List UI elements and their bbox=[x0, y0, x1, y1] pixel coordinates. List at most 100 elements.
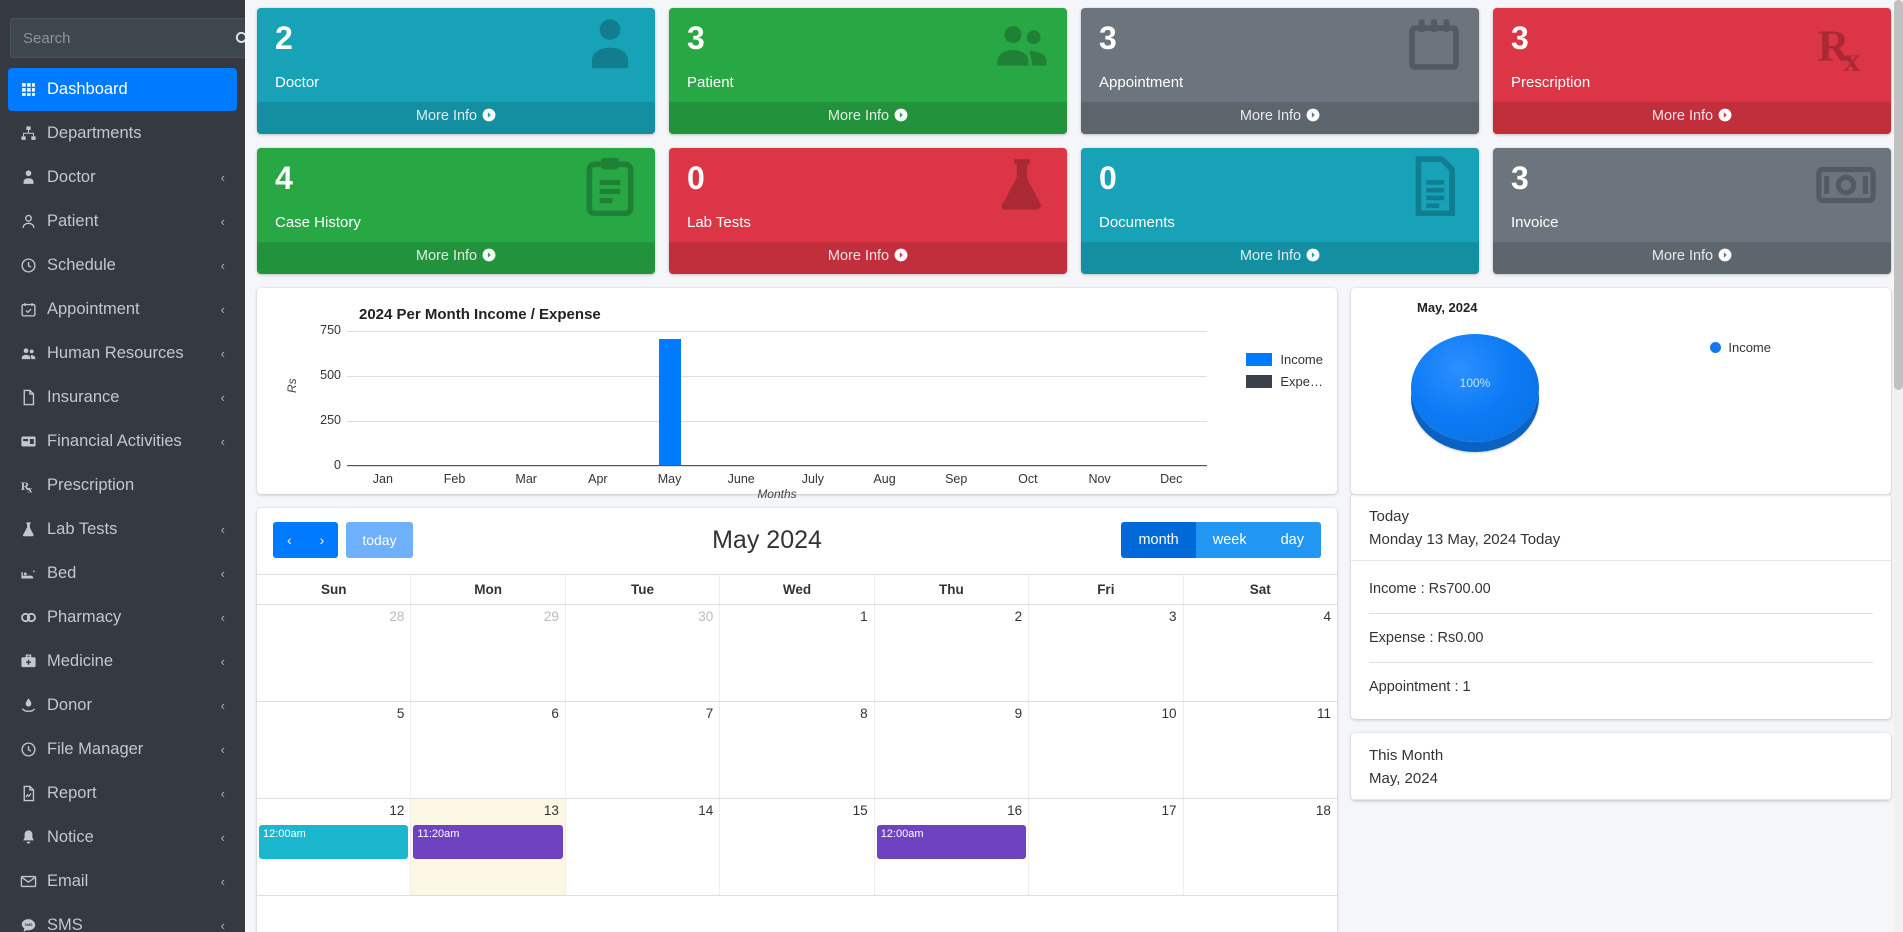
calendar-day-cell[interactable]: 12 12:00am bbox=[257, 799, 410, 895]
left-column: 2024 Per Month Income / Expense Rs 750 50… bbox=[257, 288, 1337, 932]
calendar-day-cell[interactable]: 4 bbox=[1182, 605, 1337, 701]
stat-card-patient[interactable]: 3 Patient More Info bbox=[669, 8, 1067, 134]
sidebar-item-lab-tests[interactable]: Lab Tests ‹ bbox=[8, 508, 237, 551]
sidebar-item-departments[interactable]: Departments bbox=[8, 112, 237, 155]
calendar-day-cell[interactable]: 18 bbox=[1182, 799, 1337, 895]
legend-item-expe[interactable]: Expe… bbox=[1246, 374, 1323, 389]
arrow-circle-right-icon bbox=[894, 108, 908, 126]
calendar-weekday-tue: Tue bbox=[564, 575, 719, 604]
calendar-day-cell[interactable]: 11 bbox=[1182, 702, 1337, 798]
sidebar-item-financial-activities[interactable]: Financial Activities ‹ bbox=[8, 420, 237, 463]
sidebar-item-email[interactable]: Email ‹ bbox=[8, 860, 237, 903]
sidebar-item-prescription[interactable]: Rx Prescription bbox=[8, 464, 237, 507]
sidebar-item-sms[interactable]: SMS SMS ‹ bbox=[8, 904, 237, 932]
calendar-day-cell[interactable]: 1 bbox=[719, 605, 873, 701]
bar-slot[interactable] bbox=[634, 331, 706, 465]
calendar-day-cell[interactable]: 6 bbox=[410, 702, 564, 798]
stat-card-more-link[interactable]: More Info bbox=[669, 102, 1067, 134]
sidebar-item-insurance[interactable]: Insurance ‹ bbox=[8, 376, 237, 419]
sidebar-item-report[interactable]: Report ‹ bbox=[8, 772, 237, 815]
sidebar-item-dashboard[interactable]: Dashboard bbox=[8, 68, 237, 111]
stat-card-more-link[interactable]: More Info bbox=[1081, 102, 1479, 134]
sidebar-search bbox=[10, 18, 245, 58]
stat-card-documents[interactable]: 0 Documents More Info bbox=[1081, 148, 1479, 274]
sidebar-item-notice[interactable]: Notice ‹ bbox=[8, 816, 237, 859]
bar-chart-plot[interactable]: Rs 750 500 250 0 Jan Feb Mar Apr May June July Aug… bbox=[269, 323, 1327, 501]
sidebar-item-label: Medicine bbox=[47, 652, 114, 670]
sidebar-item-file-manager[interactable]: File Manager ‹ bbox=[8, 728, 237, 771]
calendar-event[interactable]: 12:00am bbox=[876, 825, 1027, 859]
sidebar-item-bed[interactable]: Bed ‹ bbox=[8, 552, 237, 595]
calendar-day-cell[interactable]: 3 bbox=[1028, 605, 1182, 701]
page-scrollbar[interactable] bbox=[1894, 0, 1903, 932]
stat-card-doctor[interactable]: 2 Doctor More Info bbox=[257, 8, 655, 134]
calendar-day-cell[interactable]: 7 bbox=[564, 702, 719, 798]
calendar-weekday-sun: Sun bbox=[320, 582, 347, 597]
calendar-day-cell[interactable]: 14 bbox=[564, 799, 719, 895]
calendar-day-cell[interactable]: 17 bbox=[1028, 799, 1182, 895]
stat-card-lab-tests[interactable]: 0 Lab Tests More Info bbox=[669, 148, 1067, 274]
calendar-today-button[interactable]: today bbox=[346, 522, 413, 558]
sidebar-item-pharmacy[interactable]: Pharmacy ‹ bbox=[8, 596, 237, 639]
bar-slot[interactable] bbox=[1064, 331, 1136, 465]
sidebar-item-appointment[interactable]: Appointment ‹ bbox=[8, 288, 237, 331]
stat-card-more-link[interactable]: More Info bbox=[257, 102, 655, 134]
calendar-view-month[interactable]: month bbox=[1121, 522, 1196, 558]
calendar-day-cell[interactable]: 28 bbox=[257, 605, 410, 701]
calendar-event[interactable]: 11:20am bbox=[413, 825, 563, 859]
calendar-event[interactable]: 12:00am bbox=[259, 825, 409, 859]
search-input[interactable] bbox=[10, 18, 234, 58]
bar-slot[interactable] bbox=[562, 331, 634, 465]
bar-slot[interactable] bbox=[490, 331, 562, 465]
bar-slot[interactable] bbox=[992, 331, 1064, 465]
bar-slot[interactable] bbox=[849, 331, 921, 465]
calendar-day-cell[interactable]: 5 bbox=[257, 702, 410, 798]
calendar-day-cell[interactable]: 2 bbox=[873, 605, 1028, 701]
pie-chart[interactable]: 100% bbox=[1411, 334, 1539, 442]
stat-card-invoice[interactable]: 3 Invoice More Info bbox=[1493, 148, 1891, 274]
pie-slice-income[interactable]: 100% bbox=[1411, 334, 1539, 442]
calendar-next-button[interactable]: › bbox=[305, 522, 339, 558]
sidebar-item-schedule[interactable]: Schedule ‹ bbox=[8, 244, 237, 287]
bar-slot[interactable] bbox=[347, 331, 419, 465]
stat-card-more-link[interactable]: More Info bbox=[1493, 242, 1891, 274]
calendar-day-cell[interactable]: 8 bbox=[719, 702, 873, 798]
chart-legend[interactable]: Income Expe… bbox=[1246, 352, 1323, 396]
calendar-day-number: 13 bbox=[543, 803, 559, 818]
search-button[interactable] bbox=[234, 18, 245, 58]
stat-card-more-link[interactable]: More Info bbox=[669, 242, 1067, 274]
calendar-day-cell[interactable]: 10 bbox=[1028, 702, 1182, 798]
stat-card-more-link[interactable]: More Info bbox=[1081, 242, 1479, 274]
calendar-view-day[interactable]: day bbox=[1263, 522, 1321, 558]
bar-slot[interactable] bbox=[419, 331, 491, 465]
stat-card-case-history[interactable]: 4 Case History More Info bbox=[257, 148, 655, 274]
bar-slot[interactable] bbox=[777, 331, 849, 465]
stat-card-more-link[interactable]: More Info bbox=[1493, 102, 1891, 134]
bar-slot[interactable] bbox=[920, 331, 992, 465]
calendar-day-cell[interactable]: 16 12:00am bbox=[873, 799, 1028, 895]
stat-card-prescription[interactable]: 3 Prescription Rx More Info bbox=[1493, 8, 1891, 134]
sidebar-item-medicine[interactable]: Medicine ‹ bbox=[8, 640, 237, 683]
bar-income[interactable] bbox=[658, 339, 681, 465]
calendar-day-cell[interactable]: 29 bbox=[410, 605, 564, 701]
calendar-prev-button[interactable]: ‹ bbox=[273, 522, 306, 558]
calendar-view-week[interactable]: week bbox=[1195, 522, 1264, 558]
legend-item-income[interactable]: Income bbox=[1246, 352, 1323, 367]
pie-legend[interactable]: Income bbox=[1710, 340, 1771, 355]
bar-slot[interactable] bbox=[1135, 331, 1207, 465]
calendar-weekday-header: Sun Mon Tue Wed Thu Fri Sat bbox=[257, 574, 1337, 605]
stat-card-more-link[interactable]: More Info bbox=[257, 242, 655, 274]
calendar-day-cell[interactable]: 30 bbox=[564, 605, 719, 701]
calendar-day-cell[interactable]: 9 bbox=[873, 702, 1028, 798]
calendar-day-cell[interactable]: 15 bbox=[719, 799, 873, 895]
stat-card-more-label: More Info bbox=[415, 108, 478, 124]
sidebar-item-donor[interactable]: Donor ‹ bbox=[8, 684, 237, 727]
sidebar-item-human-resources[interactable]: Human Resources ‹ bbox=[8, 332, 237, 375]
sidebar-item-patient[interactable]: Patient ‹ bbox=[8, 200, 237, 243]
sidebar-item-doctor[interactable]: Doctor ‹ bbox=[8, 156, 237, 199]
stat-card-appointment[interactable]: 3 Appointment More Info bbox=[1081, 8, 1479, 134]
bar-slot[interactable] bbox=[705, 331, 777, 465]
page-scrollbar-thumb[interactable] bbox=[1894, 0, 1903, 390]
calendar-day-cell[interactable]: 13 11:20am bbox=[410, 799, 565, 895]
chevron-left-icon: ‹ bbox=[220, 302, 225, 317]
